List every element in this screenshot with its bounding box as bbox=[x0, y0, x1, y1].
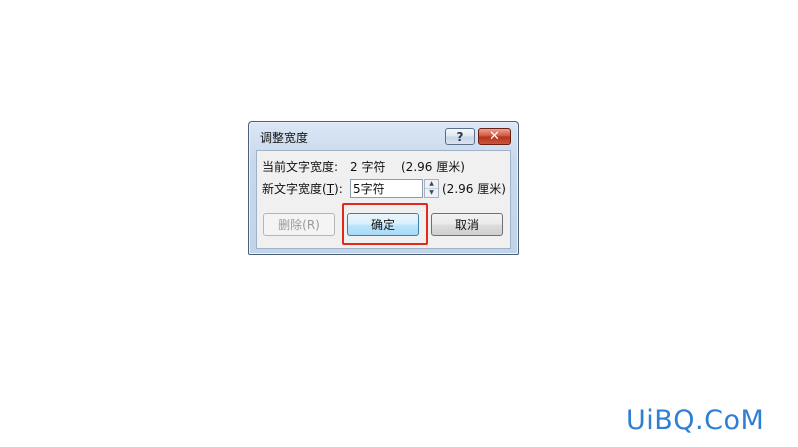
new-width-input[interactable] bbox=[350, 179, 423, 198]
help-button[interactable]: ? bbox=[445, 128, 475, 145]
width-spinner[interactable]: ▲ ▼ bbox=[424, 179, 439, 198]
new-width-cm: (2.96 厘米) bbox=[442, 182, 506, 196]
help-icon: ? bbox=[456, 129, 464, 144]
spin-up-icon[interactable]: ▲ bbox=[425, 180, 438, 189]
delete-button[interactable]: 删除(R) bbox=[263, 213, 335, 236]
new-width-label: 新文字宽度(T): bbox=[262, 182, 343, 196]
close-button[interactable]: ✕ bbox=[478, 128, 511, 145]
watermark: UiBQ.CoM bbox=[626, 405, 765, 436]
spin-down-icon[interactable]: ▼ bbox=[425, 189, 438, 197]
ok-button-highlight bbox=[342, 203, 428, 245]
dialog-titlebar[interactable]: 调整宽度 ? ✕ bbox=[249, 122, 518, 149]
new-width-label-prefix: 新文字宽度( bbox=[262, 182, 327, 196]
new-width-label-suffix: ): bbox=[334, 182, 343, 196]
new-width-label-accesskey: T bbox=[326, 182, 335, 196]
current-width-cm: (2.96 厘米) bbox=[401, 160, 465, 174]
current-width-value: 2 字符 bbox=[350, 160, 386, 174]
current-width-label: 当前文字宽度: bbox=[262, 160, 339, 174]
close-icon: ✕ bbox=[489, 128, 500, 144]
dialog-title: 调整宽度 bbox=[260, 131, 309, 145]
cancel-button[interactable]: 取消 bbox=[431, 213, 503, 236]
